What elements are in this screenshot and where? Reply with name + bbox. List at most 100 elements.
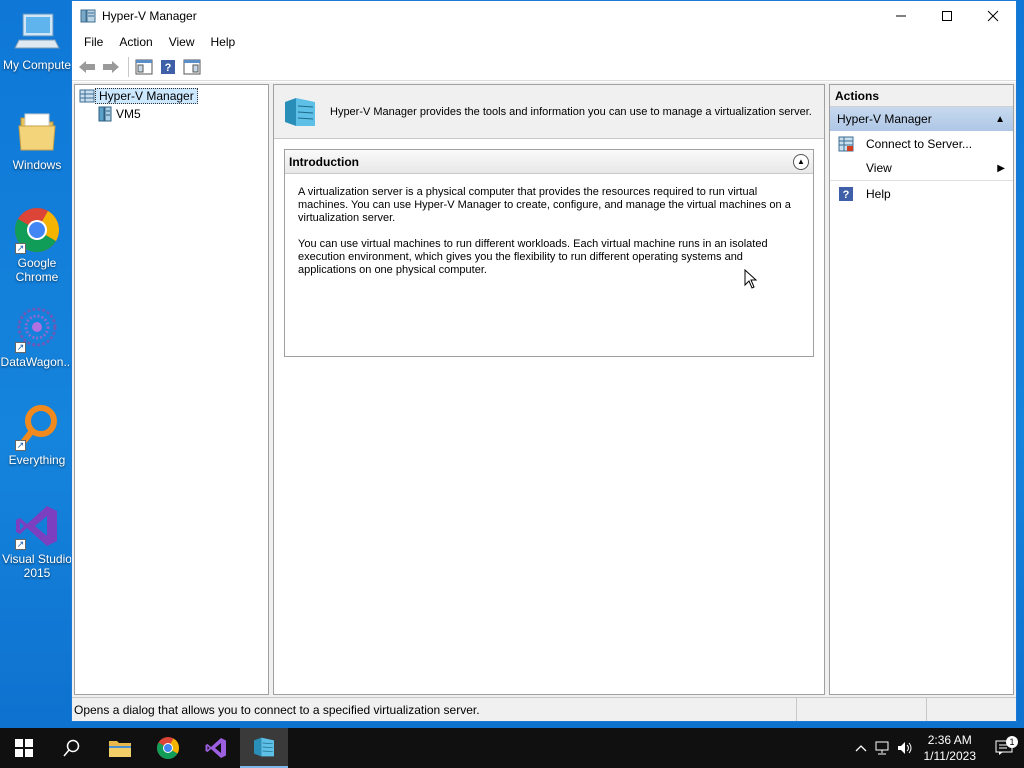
action-pane-icon [183,59,201,74]
shortcut-arrow-icon: ↗ [15,440,26,451]
mouse-cursor-icon [744,269,758,289]
svg-text:?: ? [165,62,172,74]
desktop-icon-windows[interactable]: Windows [0,108,74,172]
window-title: Hyper-V Manager [102,9,197,23]
chrome-icon: ↗ [13,206,61,254]
center-pane: Hyper-V Manager provides the tools and i… [273,84,825,695]
taskbar-hyperv-manager[interactable] [240,728,288,768]
computer-icon [13,8,61,56]
collapse-arrow-icon[interactable]: ▲ [995,114,1005,125]
toolbar: ? [72,53,1016,81]
clock-date: 1/11/2023 [923,749,977,763]
action-label: View [866,161,892,175]
desktop-icon-my-computer[interactable]: My Compute [0,8,74,72]
desktop-icon-google-chrome[interactable]: ↗ Google Chrome [0,206,74,284]
taskbar-visual-studio[interactable] [192,728,240,768]
info-banner: Hyper-V Manager provides the tools and i… [274,85,824,139]
menu-help[interactable]: Help [203,31,244,53]
toolbar-separator [128,56,129,77]
status-segment [926,698,1016,721]
search-icon [63,739,80,757]
back-arrow-icon [79,60,95,73]
introduction-section: Introduction ▲ A virtualization server i… [284,149,814,357]
desktop-icon-datawagon[interactable]: ↗ DataWagon... [0,305,74,369]
tree-item-label: Hyper-V Manager [95,88,198,104]
system-tray: 2:36 AM 1/11/2023 1 [850,728,1024,768]
show-hide-action-pane-button[interactable] [181,56,203,78]
shortcut-arrow-icon: ↗ [15,539,26,550]
console-tree: Hyper-V Manager VM5 [74,84,269,695]
desktop-icon-everything[interactable]: ↗ Everything [0,403,74,467]
help-icon: ? [161,59,175,74]
taskbar-chrome[interactable] [144,728,192,768]
desktop-icon-label: DataWagon... [0,355,74,369]
start-button[interactable] [0,728,48,768]
maximize-button[interactable] [924,1,970,31]
magnifier-icon: ↗ [13,403,61,451]
collapse-icon[interactable]: ▲ [793,153,809,170]
desktop-icon-visual-studio[interactable]: ↗ Visual Studio 2015 [0,502,74,580]
hyperv-manager-icon [79,89,95,103]
actions-section-label: Hyper-V Manager [837,112,932,126]
menu-action[interactable]: Action [111,31,160,53]
action-label: Connect to Server... [866,136,973,151]
hyperv-manager-window: Hyper-V Manager File Action View Help ? [71,0,1017,722]
close-button[interactable] [970,1,1016,31]
action-connect-to-server[interactable]: Connect to Server... [830,131,1013,156]
notification-count-badge: 1 [1006,736,1018,748]
actions-section-hyperv-manager[interactable]: Hyper-V Manager ▲ [830,107,1013,131]
introduction-title: Introduction [289,154,359,169]
desktop-icon-label: Everything [8,453,66,467]
chrome-icon [157,737,179,759]
hyperv-server-icon [254,737,274,757]
status-text: Opens a dialog that allows you to connec… [74,702,480,717]
datawagon-icon: ↗ [13,305,61,353]
server-icon [98,106,112,122]
introduction-body: A virtualization server is a physical co… [285,174,813,277]
content-area: Hyper-V Manager VM5 Hyper-V Manager prov… [72,82,1016,697]
shortcut-arrow-icon: ↗ [15,342,26,353]
svg-text:?: ? [843,189,850,201]
back-button[interactable] [76,56,98,78]
intro-paragraph: You can use virtual machines to run diff… [298,238,768,276]
tree-item-label: VM5 [116,107,141,121]
network-icon[interactable] [872,741,894,755]
menu-view[interactable]: View [161,31,203,53]
banner-text: Hyper-V Manager provides the tools and i… [330,105,812,118]
show-hide-console-tree-button[interactable] [133,56,155,78]
desktop-icon-label: Google Chrome [15,256,59,284]
folder-icon [13,108,61,156]
action-view[interactable]: View ▶ [830,156,1013,181]
action-center-button[interactable]: 1 [984,736,1024,756]
help-button[interactable]: ? [157,56,179,78]
introduction-header[interactable]: Introduction ▲ [285,150,813,174]
actions-pane: Actions Hyper-V Manager ▲ Connect to Ser… [829,84,1014,695]
search-button[interactable] [48,728,96,768]
forward-button[interactable] [100,56,122,78]
submenu-arrow-icon: ▶ [997,162,1005,174]
visual-studio-icon [205,738,226,758]
tree-item-vm5[interactable]: VM5 [75,105,268,123]
volume-icon[interactable] [894,741,916,755]
help-icon: ? [836,186,856,202]
minimize-button[interactable] [878,1,924,31]
clock[interactable]: 2:36 AM 1/11/2023 [916,732,985,764]
visual-studio-icon: ↗ [13,502,61,550]
show-hidden-icons-chevron-icon[interactable] [850,744,872,752]
desktop-icon-label: Visual Studio 2015 [2,552,72,580]
menu-bar: File Action View Help [72,31,1016,53]
hyperv-server-icon [285,97,315,126]
title-bar[interactable]: Hyper-V Manager [72,1,1016,31]
taskbar-file-explorer[interactable] [96,728,144,768]
desktop-icon-label: Windows [12,158,62,172]
actions-header: Actions [830,85,1013,107]
tree-item-hyperv-manager[interactable]: Hyper-V Manager [75,87,268,105]
action-label: Help [866,186,891,201]
status-segment [796,698,926,721]
action-help[interactable]: ? Help [830,181,1013,206]
forward-arrow-icon [103,60,119,73]
menu-file[interactable]: File [76,31,111,53]
console-tree-icon [135,59,153,74]
windows-logo-icon [15,739,33,757]
hyperv-app-icon [80,8,96,24]
